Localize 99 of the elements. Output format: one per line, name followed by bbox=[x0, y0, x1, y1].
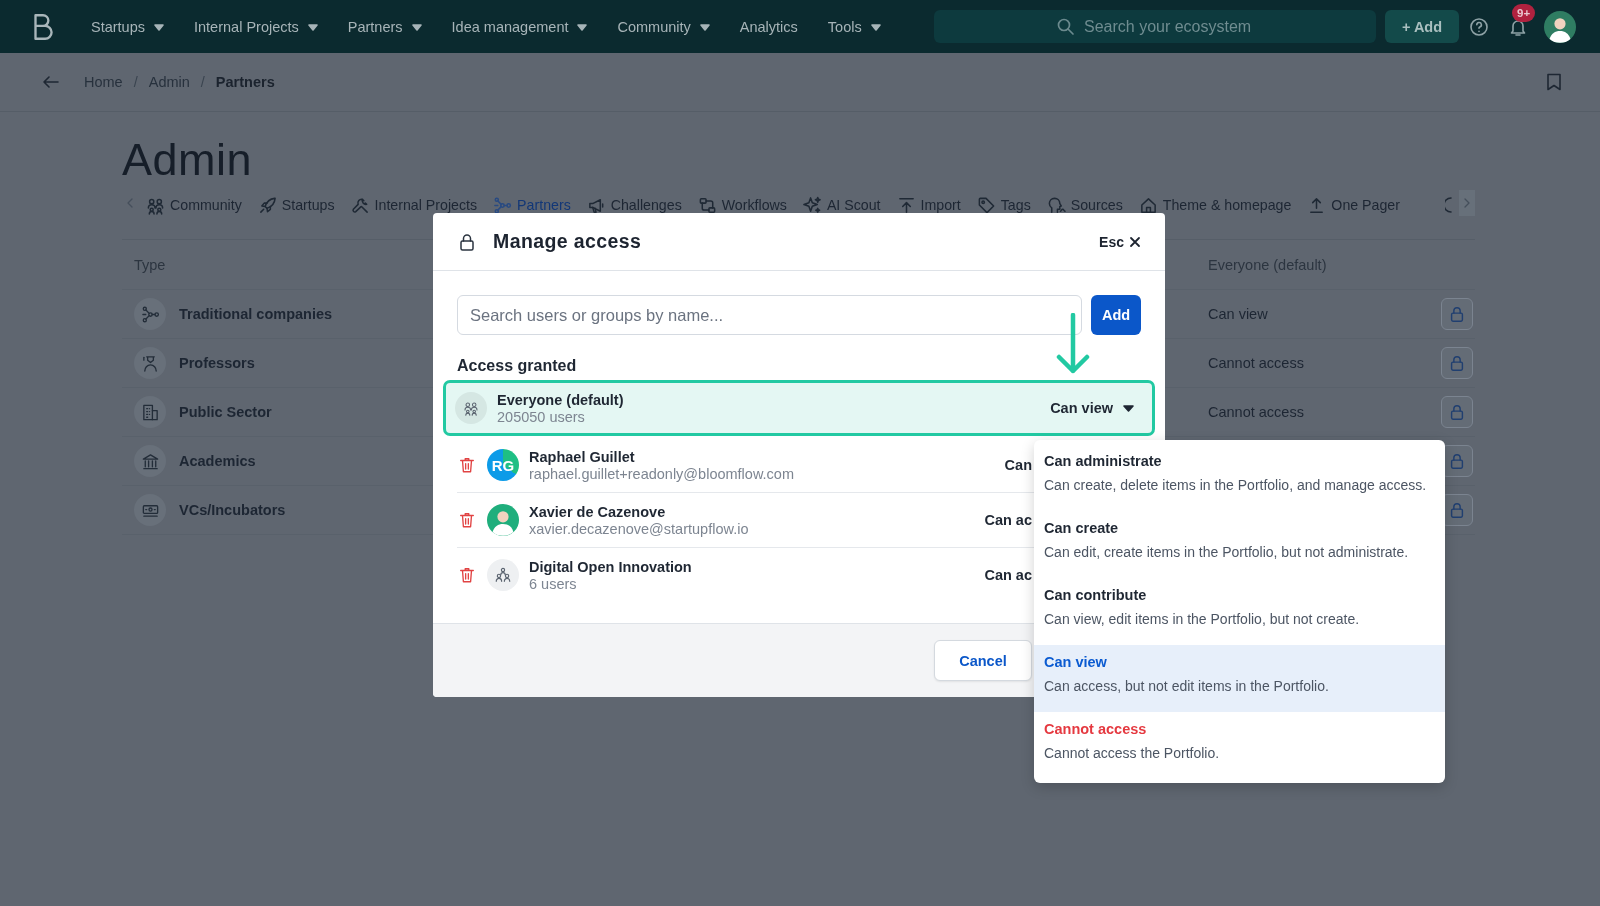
access-level: Can bbox=[1004, 457, 1032, 473]
tag-icon bbox=[976, 196, 996, 215]
lock-icon bbox=[1448, 305, 1466, 323]
nav-menu-item[interactable]: Partners bbox=[347, 18, 422, 35]
modal-title: Manage access bbox=[493, 230, 642, 253]
lock-icon bbox=[1448, 501, 1466, 519]
user-avatar bbox=[487, 504, 519, 536]
add-button[interactable]: + Add bbox=[1385, 10, 1459, 43]
menu-option[interactable]: Can administrate Can create, delete items in the Portfolio, and manage access. bbox=[1034, 444, 1445, 511]
option-title: Can view bbox=[1044, 654, 1108, 670]
house-icon bbox=[1138, 196, 1158, 215]
user-avatar[interactable] bbox=[1544, 10, 1576, 43]
user-name: Raphael Guillet bbox=[529, 448, 636, 465]
cancel-button[interactable]: Cancel bbox=[934, 640, 1032, 681]
people-icon bbox=[494, 566, 512, 584]
caret-icon bbox=[699, 22, 710, 31]
flow-icon bbox=[697, 196, 717, 215]
caret-icon bbox=[577, 22, 588, 31]
option-description: Can access, but not edit items in the Portfolio. bbox=[1044, 678, 1330, 694]
user-detail: xavier.decazenove@startupflow.io bbox=[529, 520, 750, 537]
table-cell: Traditional companies bbox=[179, 306, 333, 322]
option-title: Can administrate bbox=[1044, 453, 1163, 469]
user-detail: raphael.guillet+readonly@bloomflow.com bbox=[529, 465, 795, 482]
table-cell: Professors bbox=[179, 355, 255, 371]
user-detail: 6 users bbox=[529, 575, 578, 592]
wrench-icon bbox=[350, 196, 370, 215]
table-cell: VCs/Incubators bbox=[179, 502, 286, 518]
close-icon bbox=[1129, 235, 1141, 248]
menu-option[interactable]: Cannot access Cannot access the Portfolio. bbox=[1034, 712, 1445, 779]
people-icon bbox=[463, 400, 479, 416]
user-avatar: RG bbox=[487, 449, 519, 481]
user-name: Everyone (default) bbox=[497, 391, 625, 408]
search-icon bbox=[1056, 17, 1075, 36]
lock-icon bbox=[1448, 403, 1466, 421]
trash-icon[interactable] bbox=[458, 565, 476, 585]
upload-icon bbox=[896, 196, 916, 215]
nav-menu-item[interactable]: Tools bbox=[827, 18, 881, 35]
logo-icon[interactable] bbox=[31, 11, 55, 42]
lock-icon bbox=[1448, 452, 1466, 470]
lock-icon bbox=[457, 231, 477, 252]
nav-menu-item[interactable]: Startups bbox=[91, 18, 164, 35]
table-cell-text: Cannot access bbox=[1208, 404, 1305, 420]
rocket-icon bbox=[257, 196, 277, 215]
breadcrumb-separator: / bbox=[133, 74, 138, 90]
user-name: Digital Open Innovation bbox=[529, 558, 693, 575]
table-cell: Public Sector bbox=[179, 404, 272, 420]
network-icon bbox=[140, 304, 160, 324]
help-icon[interactable] bbox=[1469, 16, 1489, 37]
option-description: Can view, edit items in the Portfolio, but not create. bbox=[1044, 611, 1361, 627]
building-icon bbox=[140, 402, 160, 422]
option-title: Can create bbox=[1044, 520, 1120, 536]
megaphone-icon bbox=[586, 196, 606, 215]
access-level: Can ac bbox=[984, 567, 1032, 583]
search-field[interactable]: Search users or groups by name... bbox=[457, 295, 1083, 335]
caret-icon bbox=[154, 22, 164, 31]
menu-option[interactable]: Can view Can access, but not edit items in the Portfolio. bbox=[1034, 645, 1445, 712]
tab-icon bbox=[1445, 196, 1453, 214]
caret-icon bbox=[1123, 404, 1134, 412]
notification-badge: 9+ bbox=[1512, 3, 1536, 22]
menu-option[interactable]: Can contribute Can view, edit items in the Portfolio, but not create. bbox=[1034, 578, 1445, 645]
option-description: Can edit, create items in the Portfolio, but not administrate. bbox=[1044, 544, 1410, 560]
bank-icon bbox=[140, 451, 160, 471]
breadcrumb-current: Partners bbox=[215, 74, 275, 90]
lock-icon bbox=[1448, 354, 1466, 372]
access-dropdown[interactable]: Can view bbox=[1050, 400, 1134, 416]
search-field[interactable]: Search your ecosystem bbox=[934, 10, 1376, 43]
option-description: Cannot access the Portfolio. bbox=[1044, 745, 1221, 761]
chevron-left-icon bbox=[126, 197, 134, 209]
nav-menu-item[interactable]: Idea management bbox=[451, 18, 588, 35]
table-cell: Academics bbox=[179, 453, 256, 469]
breadcrumb-separator: / bbox=[200, 74, 205, 90]
trash-icon[interactable] bbox=[458, 510, 476, 530]
table-cell-text: Cannot access bbox=[1208, 355, 1305, 371]
option-title: Can contribute bbox=[1044, 587, 1148, 603]
caret-icon bbox=[411, 22, 422, 31]
table-cell-text: Can view bbox=[1208, 306, 1269, 322]
person-icon bbox=[140, 353, 160, 373]
nav-menu-item[interactable]: Internal Projects bbox=[194, 18, 318, 35]
caret-icon bbox=[870, 22, 881, 31]
chevron-right-icon bbox=[1463, 197, 1471, 209]
section-title: Access granted bbox=[457, 357, 578, 375]
bookmark-icon[interactable] bbox=[1544, 72, 1564, 92]
nav-menu-item[interactable]: Analytics bbox=[739, 18, 798, 35]
people-icon bbox=[146, 196, 165, 215]
trash-icon[interactable] bbox=[458, 455, 476, 475]
option-description: Can create, delete items in the Portfolio, and manage access. bbox=[1044, 477, 1428, 493]
network-icon bbox=[493, 196, 513, 215]
user-detail: 205050 users bbox=[497, 408, 586, 425]
nav-menu-item[interactable]: Community bbox=[617, 18, 710, 35]
user-name: Xavier de Cazenove bbox=[529, 503, 667, 520]
page-title: Admin bbox=[122, 134, 254, 186]
close-button[interactable]: Esc bbox=[1099, 233, 1141, 250]
access-level: Can ac bbox=[984, 512, 1032, 528]
add-button[interactable]: Add bbox=[1091, 295, 1141, 335]
option-title: Cannot access bbox=[1044, 721, 1148, 737]
sparkle-icon bbox=[802, 196, 822, 215]
caret-icon bbox=[307, 22, 318, 31]
head-icon bbox=[1046, 196, 1066, 215]
menu-option[interactable]: Can create Can edit, create items in the Portfolio, but not administrate. bbox=[1034, 511, 1445, 578]
